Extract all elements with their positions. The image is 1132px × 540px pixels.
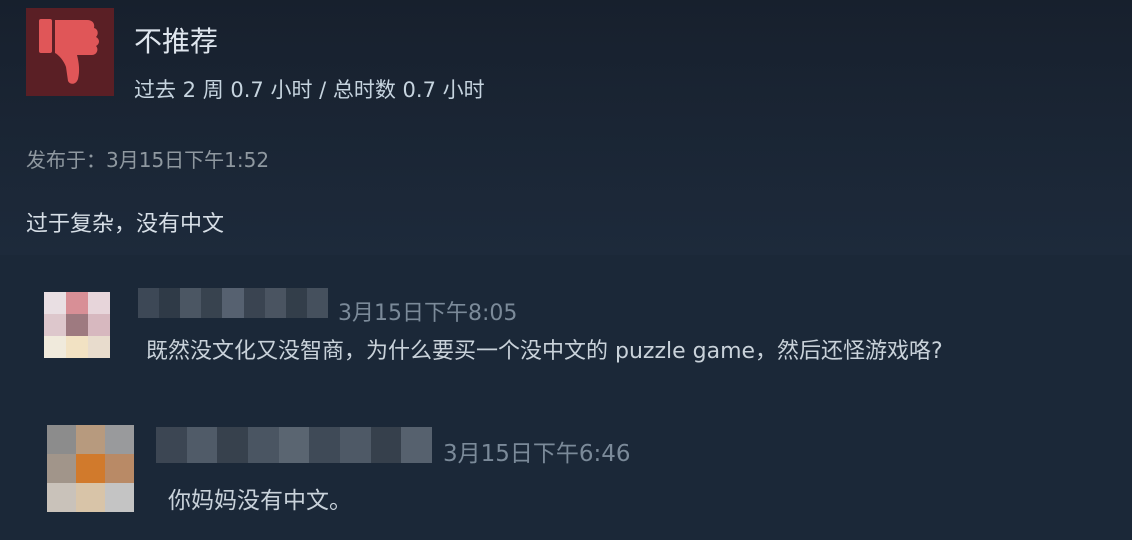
avatar[interactable] — [44, 292, 110, 358]
avatar[interactable] — [47, 425, 134, 512]
posted-date: 发布于：3月15日下午1:52 — [26, 148, 270, 172]
comment-text: 既然没文化又没智商，为什么要买一个没中文的 puzzle game，然后还怪游戏… — [146, 339, 943, 364]
review-verdict: 不推荐 — [134, 25, 219, 58]
review-body: 过于复杂，没有中文 — [26, 212, 225, 237]
comment-text: 你妈妈没有中文。 — [168, 488, 352, 514]
review-header: 不推荐 过去 2 周 0.7 小时 / 总时数 0.7 小时 发布于：3月15日… — [0, 0, 1132, 255]
commenter-name-blurred[interactable] — [138, 288, 328, 318]
thumbs-down-icon — [39, 19, 99, 84]
comment-timestamp: 3月15日下午8:05 — [338, 301, 518, 326]
comments-section: 3月15日下午8:05 既然没文化又没智商，为什么要买一个没中文的 puzzle… — [0, 255, 1132, 540]
comment-timestamp: 3月15日下午6:46 — [443, 441, 631, 467]
playtime-hours: 过去 2 周 0.7 小时 / 总时数 0.7 小时 — [134, 78, 485, 102]
thumbs-down-badge — [26, 8, 114, 96]
commenter-name-blurred[interactable] — [156, 427, 432, 463]
